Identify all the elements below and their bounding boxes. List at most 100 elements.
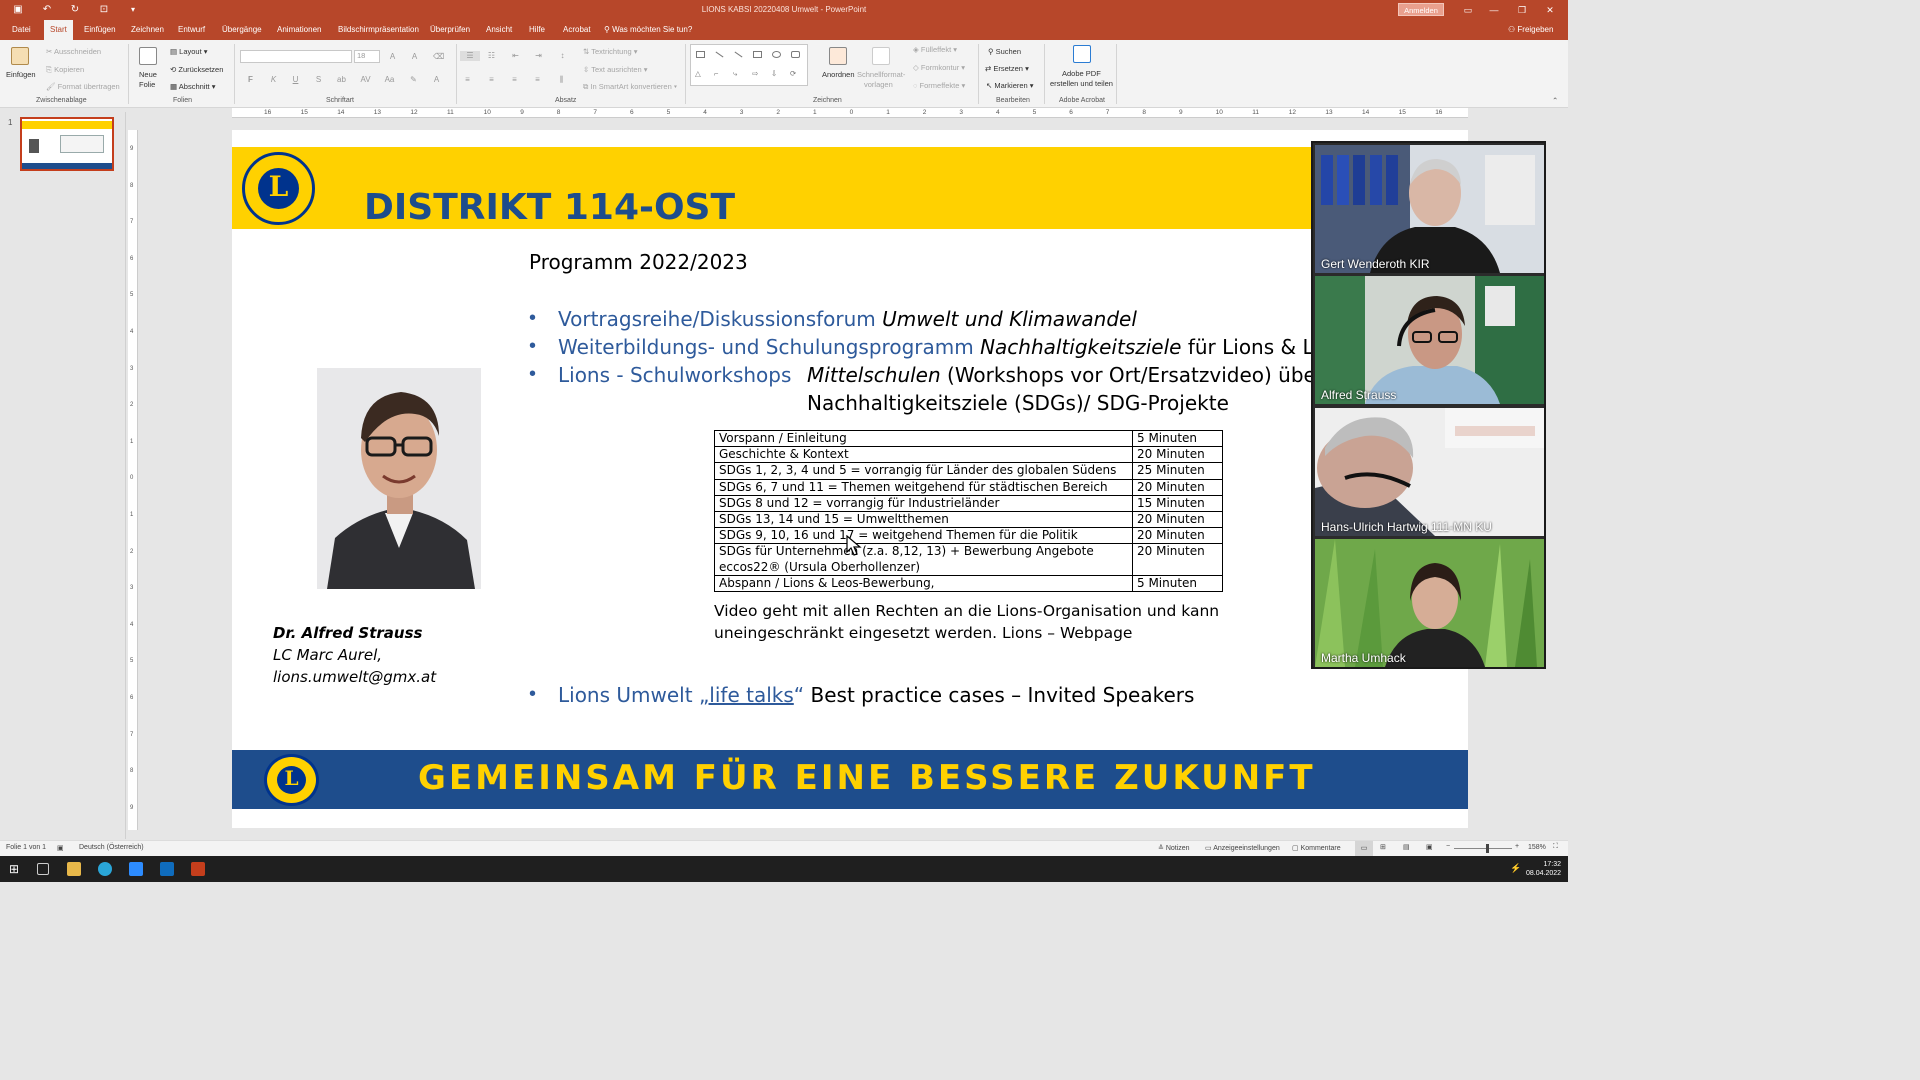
maximize-icon[interactable]: ❐	[1512, 2, 1532, 18]
select-button[interactable]: ↖ Markieren ▾	[986, 81, 1034, 90]
zoom-slider-thumb[interactable]	[1486, 844, 1489, 853]
file-explorer-icon[interactable]	[67, 862, 81, 876]
find-button[interactable]: ⚲ Suchen	[988, 47, 1021, 56]
table-cell-topic[interactable]: SDGs 9, 10, 16 und 17 = weitgehend Theme…	[714, 527, 1133, 545]
table-cell-topic[interactable]: Geschichte & Kontext	[714, 446, 1133, 464]
rounded-rect-shape-icon[interactable]	[791, 51, 800, 58]
video-rights-note[interactable]: Video geht mit allen Rechten an die Lion…	[714, 600, 1234, 644]
shapes-gallery[interactable]: △ ⌐ ⤷ ⇨ ⇩ ⟳	[690, 44, 808, 86]
zoom-app-icon[interactable]	[129, 862, 143, 876]
tab-animationen[interactable]: Animationen	[277, 20, 321, 40]
speaker-photo[interactable]	[317, 368, 481, 589]
speaker-info[interactable]: Dr. Alfred Strauss LC Marc Aurel, lions.…	[273, 622, 436, 688]
zoom-out-icon[interactable]: −	[1446, 843, 1450, 850]
paste-label[interactable]: Einfügen	[6, 70, 36, 79]
triangle-shape-icon[interactable]: △	[695, 69, 701, 78]
table-cell-topic[interactable]: SDGs 6, 7 und 11 = Themen weitgehend für…	[714, 478, 1133, 496]
down-arrow-shape-icon[interactable]: ⇩	[771, 69, 777, 78]
underline-button[interactable]: U	[290, 75, 301, 85]
clear-format-icon[interactable]: ⌫	[433, 52, 444, 62]
comments-button[interactable]: ▢ Kommentare	[1292, 844, 1341, 852]
char-spacing-icon[interactable]: AV	[360, 75, 371, 85]
table-row[interactable]: SDGs für Unternehmen (z.a. 8,12, 13) + B…	[714, 543, 1223, 576]
table-cell-duration[interactable]: 20 Minuten	[1132, 543, 1223, 576]
tab-entwurf[interactable]: Entwurf	[178, 20, 205, 40]
italic-button[interactable]: K	[268, 75, 279, 85]
arrange-label[interactable]: Anordnen	[822, 70, 855, 79]
participant-tile[interactable]: Hans-Ulrich Hartwig 111-MN KU	[1315, 408, 1544, 536]
slogan[interactable]: GEMEINSAM FÜR EINE BESSERE ZUKUNFT	[418, 758, 1316, 798]
change-case-icon[interactable]: Aa	[384, 75, 395, 85]
new-slide-label-1[interactable]: Neue	[139, 70, 157, 79]
table-cell-topic[interactable]: SDGs 8 und 12 = vorrangig für Industriel…	[714, 494, 1133, 513]
tab-bildschirmpraesentation[interactable]: Bildschirmpräsentation	[338, 20, 419, 40]
table-row[interactable]: Geschichte & Kontext 20 Minuten	[714, 446, 1223, 464]
new-slide-label-2[interactable]: Folie	[139, 80, 155, 89]
convert-smartart-button[interactable]: ⧉ In SmartArt konvertieren ▾	[583, 82, 677, 92]
participant-tile[interactable]: Gert Wenderoth KIR	[1315, 145, 1544, 273]
tab-hilfe[interactable]: Hilfe	[529, 20, 545, 40]
shadow-button[interactable]: S	[313, 75, 324, 85]
tab-einfuegen[interactable]: Einfügen	[84, 20, 116, 40]
shape-fill-button[interactable]: ◈ Fülleffekt ▾	[913, 45, 957, 54]
outlook-icon[interactable]	[160, 862, 174, 876]
replace-button[interactable]: ⇄ Ersetzen ▾	[985, 64, 1029, 73]
create-pdf-label-1[interactable]: Adobe PDF	[1062, 69, 1101, 78]
font-size-select[interactable]: 18	[354, 50, 380, 63]
fit-to-window-icon[interactable]: ⛶	[1553, 843, 1558, 851]
tab-zeichnen[interactable]: Zeichnen	[131, 20, 164, 40]
line-shape-icon[interactable]	[715, 51, 724, 58]
table-cell-topic[interactable]: SDGs 13, 14 und 15 = Umweltthemen	[714, 511, 1133, 529]
new-slide-icon[interactable]	[139, 47, 157, 65]
table-cell-duration[interactable]: 20 Minuten	[1132, 446, 1223, 464]
quick-styles-label-1[interactable]: Schnellformat-	[857, 70, 905, 79]
table-row[interactable]: SDGs 9, 10, 16 und 17 = weitgehend Theme…	[714, 527, 1223, 545]
table-cell-duration[interactable]: 20 Minuten	[1132, 527, 1223, 545]
spellcheck-icon[interactable]: ▣	[57, 844, 64, 852]
connector-shape-icon[interactable]: ⌐	[714, 69, 718, 78]
life-talks-link[interactable]: „life talks	[699, 683, 794, 707]
horizontal-ruler[interactable]: 16 15 14 13 12 11 10 9 8 7 6 5 4 3 2 1 0 1 2 3 4 5 6 7 8 9 10 11 12 1…	[232, 108, 1468, 118]
align-left-icon[interactable]: ≡	[462, 75, 473, 85]
table-cell-topic[interactable]: Vorspann / Einleitung	[714, 429, 1133, 448]
create-pdf-icon[interactable]	[1073, 45, 1091, 63]
align-center-icon[interactable]: ≡	[486, 75, 497, 85]
slide-title[interactable]: DISTRIKT 114-OST	[364, 187, 735, 228]
minimize-icon[interactable]: —	[1484, 2, 1504, 18]
cut-button[interactable]: ✂ Ausschneiden	[46, 47, 101, 56]
textbox-shape-icon[interactable]	[696, 51, 705, 58]
windows-start-icon[interactable]: ⊞	[9, 862, 23, 876]
normal-view-icon[interactable]: ▭	[1355, 841, 1373, 856]
table-row[interactable]: SDGs 1, 2, 3, 4 und 5 = vorrangig für Lä…	[714, 462, 1223, 480]
text-direction-button[interactable]: ⇅ Textrichtung ▾	[583, 47, 638, 56]
arrow-shape-icon[interactable]	[734, 51, 743, 58]
table-cell-duration[interactable]: 5 Minuten	[1132, 574, 1223, 593]
slideshow-view-icon[interactable]: ▣	[1426, 843, 1433, 851]
bullet-school-workshops-text[interactable]: Mittelschulen (Workshops vor Ort/Ersatzv…	[807, 363, 1324, 387]
table-row[interactable]: SDGs 8 und 12 = vorrangig für Industriel…	[714, 494, 1223, 513]
participant-tile[interactable]: Alfred Strauss	[1315, 276, 1544, 404]
elbow-shape-icon[interactable]: ⤷	[733, 69, 737, 79]
create-pdf-label-2[interactable]: erstellen und teilen	[1050, 79, 1113, 88]
columns-icon[interactable]: ⫼	[556, 75, 567, 85]
shape-effects-button[interactable]: ◌ Formeffekte ▾	[913, 81, 965, 90]
table-cell-duration[interactable]: 20 Minuten	[1132, 478, 1223, 496]
right-arrow-shape-icon[interactable]: ⇨	[752, 69, 758, 78]
table-row[interactable]: SDGs 13, 14 und 15 = Umweltthemen 20 Minu…	[714, 511, 1223, 529]
system-clock[interactable]: 17:32 08.04.2022	[1526, 860, 1561, 878]
bullet-school-workshops-label[interactable]: Lions - Schulworkshops	[558, 363, 791, 387]
font-family-select[interactable]	[240, 50, 352, 63]
table-cell-duration[interactable]: 15 Minuten	[1132, 494, 1223, 513]
collapse-ribbon-icon[interactable]: ⌃	[1552, 96, 1558, 105]
language-indicator[interactable]: Deutsch (Österreich)	[79, 844, 144, 851]
tab-datei[interactable]: Datei	[12, 20, 31, 40]
task-view-icon[interactable]	[37, 863, 49, 875]
edge-browser-icon[interactable]	[98, 862, 112, 876]
arrange-icon[interactable]	[829, 47, 847, 65]
close-icon[interactable]: ✕	[1540, 2, 1560, 18]
justify-icon[interactable]: ≡	[532, 75, 543, 85]
slide-sorter-icon[interactable]: ⊞	[1380, 843, 1386, 851]
section-button[interactable]: ▦ Abschnitt ▾	[170, 82, 215, 91]
grow-font-icon[interactable]: A	[387, 52, 398, 62]
share-button[interactable]: ⚇ Freigeben	[1508, 20, 1553, 40]
